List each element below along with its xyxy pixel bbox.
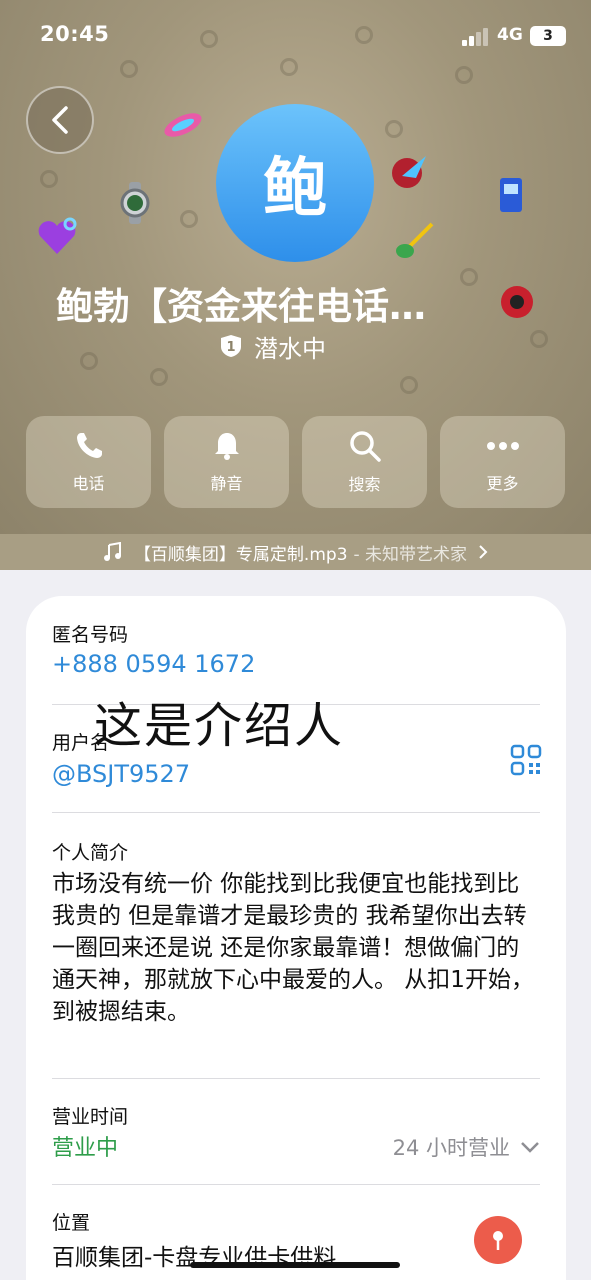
hours-label: 营业时间 (52, 1106, 129, 1128)
divider (52, 1078, 540, 1079)
profile-header: 20:45 4G 3 鲍 鲍勃【资金来往电话… 1 潜水中 电话 静音 搜索 更… (0, 0, 591, 534)
heart-lock-gift-icon (38, 217, 77, 254)
music-title: 【百顺集团】专属定制.mp3 (133, 544, 348, 565)
more-icon (486, 442, 519, 450)
profile-status: 1 潜水中 (220, 330, 326, 363)
bio-text: 市场没有统一价 你能找到比我便宜也能找到比我贵的 但是靠谱才是最珍贵的 我希望你… (52, 871, 534, 1025)
pattern-dot (530, 330, 548, 348)
home-indicator (190, 1262, 400, 1268)
signal-icon (462, 28, 492, 46)
hours-dropdown[interactable]: 24 小时营业 (393, 1132, 540, 1162)
pattern-dot (180, 210, 198, 228)
status-text: 潜水中 (254, 334, 326, 363)
chevron-right-icon (479, 545, 488, 559)
phone-icon (76, 433, 102, 458)
pattern-dot (385, 120, 403, 138)
action-bar: 电话 静音 搜索 更多 (26, 416, 566, 508)
phonebox-gift-icon (500, 178, 522, 212)
anon-number-label: 匿名号码 (52, 624, 129, 646)
music-artist: - 未知带艺术家 (353, 544, 468, 565)
bio-label: 个人简介 (52, 842, 129, 864)
chevron-down-icon (521, 1142, 539, 1153)
skateboard-gift-icon (164, 113, 202, 137)
hours-status: 营业中 (52, 1136, 119, 1161)
profile-name: 鲍勃【资金来往电话… (56, 285, 426, 328)
username-value[interactable]: @BSJT9527 (52, 760, 190, 788)
search-button[interactable]: 搜索 (302, 416, 427, 508)
call-button[interactable]: 电话 (26, 416, 151, 508)
pattern-dot (400, 376, 418, 394)
music-bar[interactable]: 【百顺集团】专属定制.mp3 - 未知带艺术家 (0, 534, 591, 570)
avatar[interactable]: 鲍 (216, 104, 374, 262)
back-button[interactable] (26, 86, 94, 154)
divider (52, 812, 540, 813)
boxing-gift-icon (501, 286, 533, 318)
pattern-dot (40, 170, 58, 188)
more-label: 更多 (486, 474, 519, 493)
qr-code-icon[interactable] (510, 744, 542, 776)
mute-button[interactable]: 静音 (164, 416, 289, 508)
call-label: 电话 (72, 474, 105, 493)
more-button[interactable]: 更多 (440, 416, 565, 508)
location-label: 位置 (52, 1212, 91, 1234)
battery-icon: 3 (530, 26, 566, 46)
network-label: 4G (497, 25, 523, 45)
bell-icon (214, 433, 239, 460)
overlay-annotation: 这是介绍人 (94, 698, 345, 754)
status-time: 20:45 (40, 22, 110, 46)
search-label: 搜索 (348, 475, 381, 494)
search-icon (349, 431, 381, 462)
divider (52, 1184, 540, 1185)
anon-number-value[interactable]: +888 0594 1672 (52, 650, 255, 678)
status-bar: 20:45 4G 3 (0, 0, 591, 72)
shield-badge-icon: 1 (221, 335, 241, 357)
music-note-icon (103, 542, 121, 561)
pattern-dot (150, 368, 168, 386)
pattern-dot (80, 352, 98, 370)
broom-gift-icon (396, 222, 434, 258)
chevron-left-icon (52, 106, 68, 134)
map-pin-icon[interactable] (474, 1216, 522, 1264)
mute-label: 静音 (210, 474, 243, 493)
rocket-gift-icon (392, 156, 426, 188)
watch-gift-icon (120, 182, 150, 224)
hours-detail: 24 小时营业 (392, 1136, 510, 1160)
badge-number: 1 (226, 340, 235, 355)
